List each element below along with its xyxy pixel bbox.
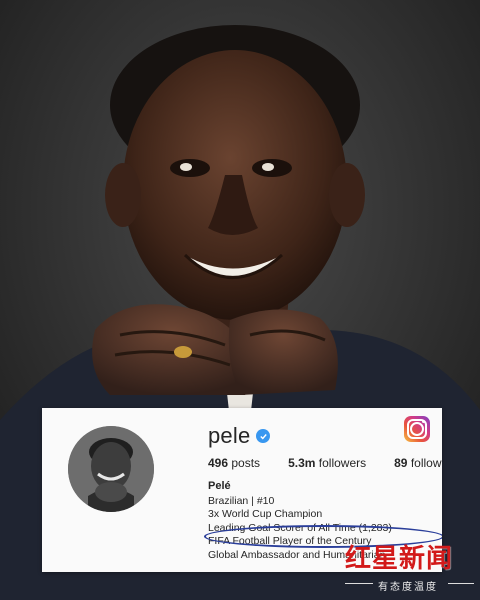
followers-count[interactable]: 5.3m followers xyxy=(288,456,366,470)
verified-badge-icon xyxy=(256,429,271,443)
following-count[interactable]: 89 following xyxy=(394,456,442,470)
instagram-logo-icon[interactable] xyxy=(404,416,430,442)
watermark-logo: 红星新闻 xyxy=(345,544,454,574)
posts-count[interactable]: 496 posts xyxy=(208,456,260,470)
bio-line: Brazilian | #10 xyxy=(208,494,275,507)
watermark-divider xyxy=(345,583,373,584)
avatar[interactable] xyxy=(68,426,154,512)
bio-line: 3x World Cup Champion xyxy=(208,508,323,520)
profile-username[interactable]: pele xyxy=(208,423,250,449)
bio-name: Pelé xyxy=(208,480,231,492)
gold-ring xyxy=(174,346,192,358)
profile-stats: 496 posts 5.3m followers 89 following xyxy=(208,456,442,470)
watermark-slogan: 有态度温度 xyxy=(378,582,438,593)
watermark-divider xyxy=(448,583,474,584)
